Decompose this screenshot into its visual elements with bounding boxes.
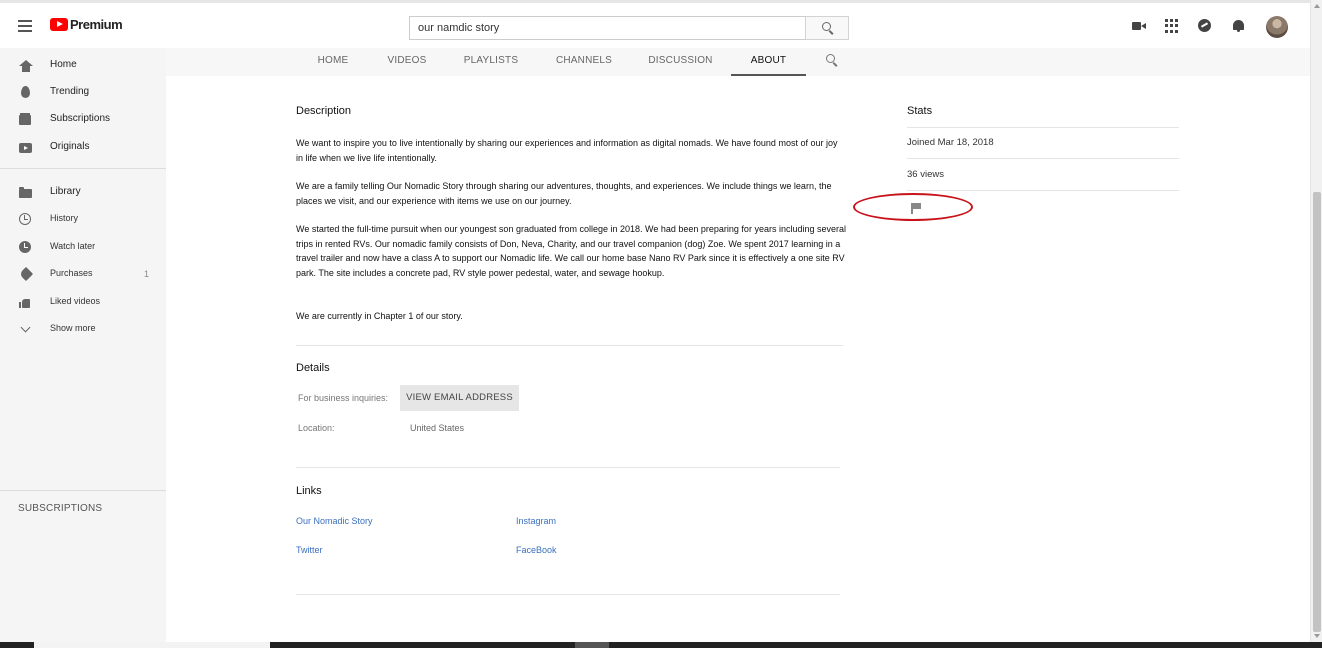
sidebar-divider [0, 168, 166, 169]
tab-channels[interactable]: CHANNELS [549, 48, 619, 76]
section-divider [296, 594, 840, 595]
page-scrollbar[interactable] [1310, 0, 1322, 642]
originals-icon [19, 141, 33, 155]
sidebar-item-watch-later[interactable]: Watch later [0, 236, 166, 260]
create-video-icon[interactable] [1132, 19, 1146, 33]
tab-about[interactable]: ABOUT [731, 48, 806, 76]
location-label: Location: [298, 423, 335, 433]
sidebar-item-label: Home [50, 59, 77, 70]
search-icon [826, 54, 835, 63]
taskbar-segment [575, 642, 609, 648]
business-inquiries-label: For business inquiries: [298, 393, 389, 403]
sidebar-item-label: Originals [50, 141, 90, 152]
notifications-bell-icon[interactable] [1232, 19, 1246, 33]
sidebar-item-label: Trending [50, 86, 90, 97]
subscriptions-icon [19, 113, 33, 127]
logo-text: Premium [70, 17, 123, 32]
taskbar-segment [34, 642, 270, 648]
chevron-down-icon [19, 322, 33, 337]
sidebar-item-label: History [50, 213, 79, 223]
view-count: 36 views [907, 169, 944, 180]
stats-divider [907, 158, 1179, 159]
scrollbar-thumb[interactable] [1313, 192, 1321, 632]
section-divider [296, 467, 840, 468]
sidebar-item-history[interactable]: History [0, 208, 166, 232]
sidebar-item-library[interactable]: Library [0, 181, 166, 205]
search-icon [822, 22, 831, 31]
sidebar-item-home[interactable]: Home [0, 54, 166, 78]
link-twitter[interactable]: Twitter [296, 545, 323, 555]
link-facebook[interactable]: FaceBook [516, 545, 557, 555]
sidebar-divider [0, 490, 166, 491]
scroll-down-icon[interactable] [1314, 634, 1320, 638]
play-logo-icon [50, 18, 68, 31]
search-input[interactable]: our namdic story [409, 16, 805, 40]
sidebar-item-subscriptions[interactable]: Subscriptions [0, 108, 166, 132]
sidebar-item-originals[interactable]: Originals [0, 136, 166, 160]
subscriptions-heading: SUBSCRIPTIONS [18, 503, 103, 514]
avatar[interactable] [1266, 16, 1288, 38]
description-paragraph: We want to inspire you to live intention… [296, 138, 838, 163]
messages-icon[interactable] [1198, 19, 1212, 33]
sidebar-item-label: Library [50, 186, 81, 197]
link-our-nomadic-story[interactable]: Our Nomadic Story [296, 516, 373, 526]
youtube-logo[interactable]: Premium [50, 17, 123, 32]
sidebar-item-purchases[interactable]: Purchases 1 [0, 263, 166, 287]
links-heading: Links [296, 485, 322, 497]
history-icon [19, 213, 33, 227]
sidebar-item-label: Liked videos [50, 296, 101, 306]
watch-later-icon [19, 241, 33, 255]
channel-tabs: HOME VIDEOS PLAYLISTS CHANNELS DISCUSSIO… [166, 48, 1310, 76]
about-page: Description We want to inspire you to li… [166, 76, 1310, 642]
tab-playlists[interactable]: PLAYLISTS [456, 48, 526, 76]
details-heading: Details [296, 362, 330, 374]
link-instagram[interactable]: Instagram [516, 516, 556, 526]
os-taskbar [0, 642, 1322, 648]
sidebar-item-liked-videos[interactable]: Liked videos [0, 291, 166, 315]
library-icon [19, 186, 33, 200]
sidebar-item-label: Show more [50, 323, 96, 333]
apps-grid-icon[interactable] [1165, 19, 1179, 33]
tab-discussion[interactable]: DISCUSSION [643, 48, 718, 76]
description-paragraph: We are currently in Chapter 1 of our sto… [296, 311, 463, 321]
search-button[interactable] [805, 16, 849, 40]
stats-divider [907, 127, 1179, 128]
app-window: Premium our namdic story HOME VIDEOS PLA… [0, 0, 1322, 648]
description-heading: Description [296, 105, 352, 117]
sidebar-item-label: Subscriptions [50, 113, 111, 124]
description-paragraph: We are a family telling Our Nomadic Stor… [296, 181, 832, 206]
stats-divider [907, 190, 1179, 191]
purchases-icon [18, 266, 34, 282]
sidebar-item-trending[interactable]: Trending [0, 81, 166, 105]
masthead: Premium our namdic story [0, 0, 1310, 48]
tab-videos[interactable]: VIDEOS [379, 48, 435, 76]
location-value: United States [410, 423, 465, 433]
report-flag-icon[interactable] [911, 203, 921, 214]
sidebar-item-show-more[interactable]: Show more [0, 318, 166, 342]
trending-icon [19, 86, 33, 100]
joined-date: Joined Mar 18, 2018 [907, 137, 994, 148]
description-paragraph: We started the full-time pursuit when ou… [296, 224, 846, 278]
sidebar: Home Trending Subscriptions Originals Li… [0, 48, 166, 642]
stats-heading: Stats [907, 105, 933, 117]
home-icon [19, 59, 33, 73]
channel-search-button[interactable] [826, 54, 838, 66]
section-divider [296, 345, 843, 346]
tab-home[interactable]: HOME [305, 48, 361, 76]
scroll-up-icon[interactable] [1314, 4, 1320, 8]
menu-icon[interactable] [18, 20, 32, 32]
annotation-circle [853, 193, 973, 221]
sidebar-item-label: Watch later [50, 241, 96, 251]
liked-videos-icon [19, 296, 33, 310]
sidebar-item-label: Purchases [50, 268, 93, 278]
purchases-count: 1 [144, 269, 150, 279]
view-email-address-button[interactable]: VIEW EMAIL ADDRESS [400, 385, 519, 411]
